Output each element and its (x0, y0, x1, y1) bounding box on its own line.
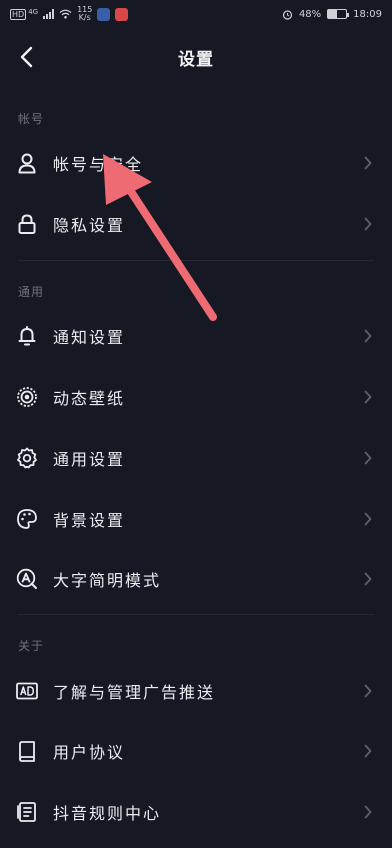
chevron-right-icon (364, 684, 374, 698)
settings-item-general[interactable]: 通用设置 (0, 428, 392, 488)
chevron-right-icon (364, 156, 374, 170)
settings-item-notifications[interactable]: 通知设置 (0, 306, 392, 366)
settings-item-label: 隐私设置 (53, 216, 126, 235)
settings-item-account-security[interactable]: 帐号与安全 (0, 133, 392, 193)
network-gen: 4G (28, 7, 39, 16)
page-title: 设置 (178, 49, 214, 70)
settings-item-label: 背景设置 (53, 511, 126, 530)
settings-item-label: 大字简明模式 (53, 571, 162, 590)
settings-item-label: 通用设置 (53, 450, 126, 469)
ad-icon (15, 679, 39, 703)
section-header-general: 通用 (18, 285, 45, 299)
font-size-icon (15, 567, 39, 591)
chevron-right-icon (364, 451, 374, 465)
bell-icon (15, 324, 39, 348)
app-notification-icon (115, 7, 129, 21)
network-speed: 115 K/s (77, 6, 92, 22)
book-icon (15, 739, 39, 763)
chevron-right-icon (364, 390, 374, 404)
settings-item-ad-management[interactable]: 了解与管理广告推送 (0, 661, 392, 721)
alarm-icon (282, 9, 293, 20)
user-icon (15, 151, 39, 175)
settings-item-label: 用户协议 (53, 743, 126, 762)
settings-item-label: 帐号与安全 (53, 155, 144, 174)
status-left: HD 4G 115 K/s (10, 6, 129, 22)
lock-icon (15, 212, 39, 236)
battery-icon (327, 9, 350, 19)
battery-percent: 48% (298, 8, 322, 20)
section-header-about: 关于 (18, 639, 45, 653)
settings-item-label: 了解与管理广告推送 (53, 683, 216, 702)
chevron-right-icon (364, 329, 374, 343)
palette-icon (15, 507, 39, 531)
section-divider (18, 614, 374, 615)
back-button[interactable] (12, 42, 40, 72)
speed-unit: K/s (78, 13, 91, 22)
section-header-account: 帐号 (18, 112, 45, 126)
status-bar: HD 4G 115 K/s 48% 18:09 (0, 0, 392, 28)
settings-item-user-agreement[interactable]: 用户协议 (0, 721, 392, 781)
chevron-right-icon (364, 805, 374, 819)
settings-item-background[interactable]: 背景设置 (0, 489, 392, 549)
settings-item-label: 动态壁纸 (53, 389, 126, 408)
document-icon (15, 800, 39, 824)
clock: 18:09 (353, 8, 382, 20)
settings-item-label: 通知设置 (53, 328, 126, 347)
status-right: 48% 18:09 (282, 9, 382, 20)
chevron-right-icon (364, 572, 374, 586)
settings-item-label: 抖音规则中心 (53, 804, 162, 823)
settings-item-rules-center[interactable]: 抖音规则中心 (0, 782, 392, 842)
wifi-icon (59, 9, 72, 19)
section-divider (18, 260, 374, 261)
gear-icon (15, 446, 39, 470)
header: 设置 (0, 28, 392, 86)
chevron-right-icon (364, 512, 374, 526)
settings-item-large-font-mode[interactable]: 大字简明模式 (0, 549, 392, 609)
settings-item-live-wallpaper[interactable]: 动态壁纸 (0, 367, 392, 427)
hd-badge: HD (10, 8, 27, 20)
wallpaper-icon (15, 385, 39, 409)
chevron-left-icon (20, 46, 33, 68)
battery-fill (328, 10, 337, 18)
settings-item-privacy[interactable]: 隐私设置 (0, 194, 392, 254)
app-notification-icon (97, 7, 111, 21)
signal-icon (43, 9, 55, 19)
chevron-right-icon (364, 217, 374, 231)
chevron-right-icon (364, 744, 374, 758)
